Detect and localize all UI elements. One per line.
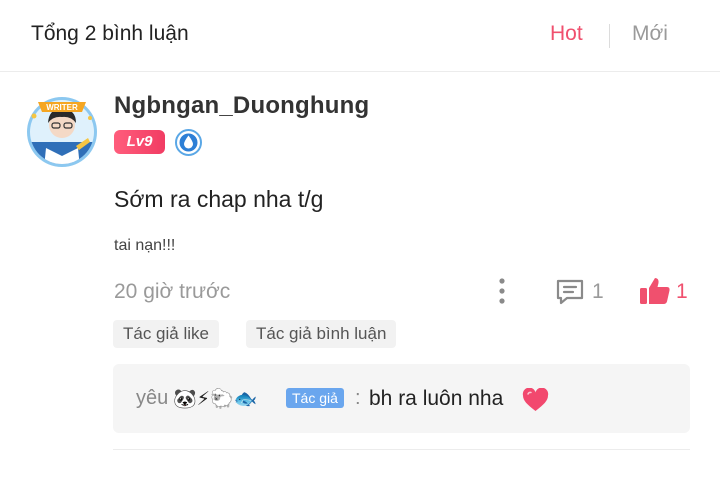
reply-preview[interactable]: yêu 🐼 ⚡ 🐑 🐟 Tác giả : bh ra luôn nha (113, 364, 690, 433)
username[interactable]: Ngbngan_Duonghung (114, 92, 369, 120)
comments-header: Tổng 2 bình luận Hot Mới (0, 0, 720, 72)
thumbs-up-icon[interactable] (639, 276, 671, 306)
author-liked-tag: Tác giả like (113, 320, 219, 348)
comment-icon[interactable] (555, 278, 585, 306)
sort-hot-tab[interactable]: Hot (550, 22, 583, 46)
level-badge: Lv9 (114, 130, 165, 154)
reply-author-emojis: 🐼 ⚡ 🐑 🐟 (173, 386, 257, 412)
fish-emoji: 🐟 (233, 388, 258, 410)
sort-divider (609, 24, 610, 48)
reply-text: bh ra luôn nha (369, 387, 504, 410)
panda-emoji: 🐼 (173, 388, 197, 410)
avatar-badge-text: WRITER (46, 103, 78, 112)
heart-icon (522, 388, 549, 411)
user-avatar[interactable]: WRITER (24, 92, 100, 168)
sheep-emoji: 🐑 (210, 388, 234, 410)
comment-divider (113, 449, 690, 450)
comment-text: Sớm ra chap nha t/g (114, 186, 324, 212)
reply-author-name: yêu (136, 387, 169, 409)
comment-subtext: tai nạn!!! (114, 237, 176, 254)
author-badge: Tác giả (286, 388, 344, 408)
comment-total-label: Tổng 2 bình luận (31, 22, 189, 45)
author-commented-tag: Tác giả bình luận (246, 320, 397, 348)
reply-count: 1 (592, 280, 604, 303)
more-vertical-icon[interactable] (492, 277, 512, 305)
like-count: 1 (676, 280, 688, 303)
lightning-emoji: ⚡ (196, 388, 211, 410)
comment-time: 20 giờ trước (114, 280, 231, 303)
sort-new-tab[interactable]: Mới (632, 22, 668, 46)
water-drop-icon (175, 129, 202, 156)
reply-colon: : (355, 387, 361, 409)
